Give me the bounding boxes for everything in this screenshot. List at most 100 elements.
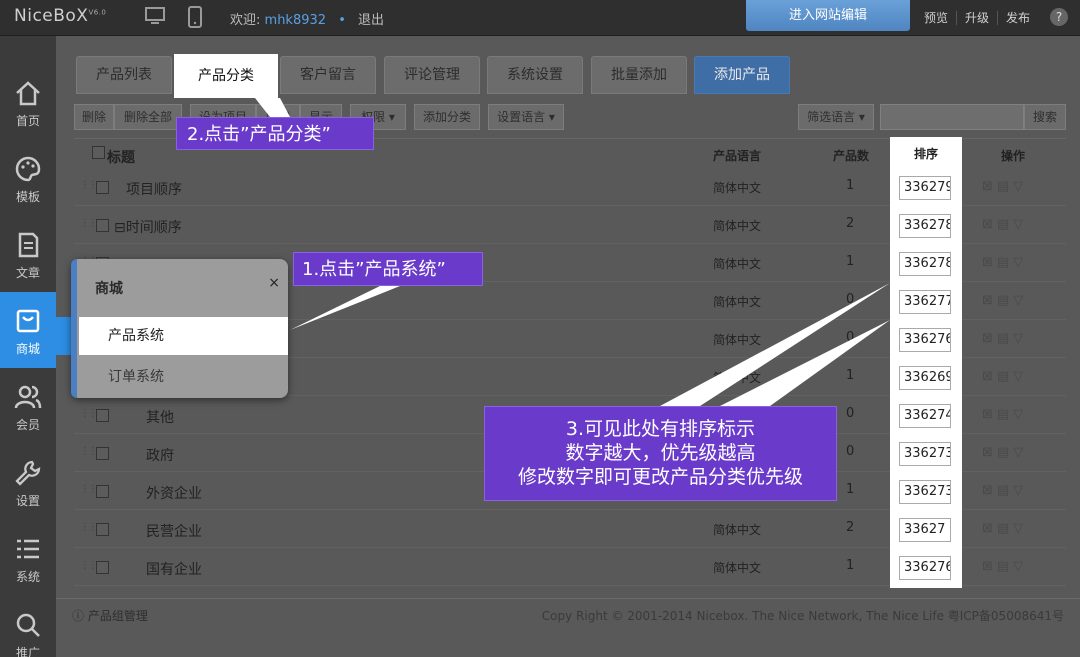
list-icon (17, 539, 39, 559)
desktop-icon[interactable] (145, 6, 165, 30)
row-actions[interactable]: ⊠▤▽ (982, 217, 1027, 232)
sort-input[interactable]: 336269 (899, 366, 951, 390)
row-language: 简体中文 (713, 561, 762, 575)
drag-handle-icon[interactable]: ⋮⋮ (80, 560, 98, 571)
tab-add-product[interactable]: 添加产品 (694, 56, 790, 94)
sort-input[interactable]: 33627 (899, 518, 951, 542)
row-count: 0 (846, 292, 855, 307)
sidebar-item-label: 系统 (15, 570, 40, 584)
header-language: 产品语言 (713, 149, 762, 163)
publish-link[interactable]: 发布 (998, 11, 1038, 25)
tab-batch-add[interactable]: 批量添加 (591, 56, 687, 94)
row-actions[interactable]: ⊠▤▽ (982, 483, 1027, 498)
row-language: 简体中文 (713, 257, 762, 271)
sort-input[interactable]: 336273 (899, 480, 951, 504)
header-actions: 操作 (1001, 149, 1026, 163)
mobile-icon[interactable] (188, 6, 202, 32)
row-actions[interactable]: ⊠▤▽ (982, 521, 1027, 536)
row-checkbox[interactable] (96, 447, 109, 460)
drag-handle-icon[interactable]: ⋮⋮ (80, 218, 98, 229)
sort-input[interactable]: 336273 (899, 442, 951, 466)
select-all-checkbox[interactable] (92, 146, 105, 159)
menu-item-product-system[interactable]: 产品系统 (79, 317, 288, 355)
sidebar-item-home[interactable]: 首页 (0, 64, 56, 140)
popup-edge (71, 259, 77, 398)
drag-handle-icon[interactable]: ⋮⋮ (80, 446, 98, 457)
row-title: 国有企业 (146, 562, 202, 578)
search-input[interactable] (880, 104, 1024, 130)
logo[interactable]: NiceBoXV6.0 (14, 6, 106, 26)
delete-button[interactable]: 删除 (74, 104, 114, 130)
tab-product-list[interactable]: 产品列表 (76, 56, 172, 94)
row-checkbox[interactable] (96, 485, 109, 498)
row-actions[interactable]: ⊠▤▽ (982, 407, 1027, 422)
sidebar-item-settings[interactable]: 设置 (0, 444, 56, 520)
sort-input[interactable]: 336274 (899, 404, 951, 428)
search-button[interactable]: 搜索 (1024, 104, 1066, 130)
home-icon (16, 81, 40, 106)
sidebar-item-label: 设置 (15, 494, 40, 508)
row-language: 简体中文 (713, 371, 762, 385)
row-language: 简体中文 (713, 295, 762, 309)
sort-input[interactable]: 336276 (899, 328, 951, 352)
row-count: 0 (846, 444, 855, 459)
row-checkbox[interactable] (96, 409, 109, 422)
sidebar-item-shop[interactable]: 商城 (0, 292, 56, 368)
callout-step-3: 3.可见此处有排序标示 数字越大，优先级越高 修改数字即可更改产品分类优先级 (484, 406, 837, 501)
menu-item-order-system[interactable]: 订单系统 (79, 359, 288, 395)
help-icon[interactable]: ? (1050, 8, 1068, 26)
delete-all-button[interactable]: 删除全部 (114, 104, 182, 130)
tab-product-category[interactable]: 产品分类 (178, 56, 274, 96)
drag-handle-icon[interactable]: ⋮⋮ (80, 408, 98, 419)
row-actions[interactable]: ⊠▤▽ (982, 559, 1027, 574)
row-checkbox[interactable] (96, 523, 109, 536)
sort-input[interactable]: 336278 (899, 214, 951, 238)
sort-input[interactable]: 336276 (899, 556, 951, 580)
enter-site-editor-button[interactable]: 进入网站编辑 (746, 0, 910, 31)
sidebar-item-template[interactable]: 模板 (0, 140, 56, 216)
set-language-dropdown[interactable]: 设置语言 ▾ (488, 104, 564, 130)
top-links: 预览 升级 发布 (916, 9, 1038, 26)
row-checkbox[interactable] (96, 181, 109, 194)
row-actions[interactable]: ⊠▤▽ (982, 255, 1027, 270)
row-actions[interactable]: ⊠▤▽ (982, 445, 1027, 460)
tab-system-settings[interactable]: 系统设置 (487, 56, 583, 94)
copyright: Copy Right © 2001-2014 Nicebox. The Nice… (541, 609, 1064, 623)
filter-language-dropdown[interactable]: 筛选语言 ▾ (798, 104, 874, 130)
welcome-label: 欢迎: (230, 13, 261, 28)
row-actions[interactable]: ⊠▤▽ (982, 293, 1027, 308)
row-title: 项目顺序 (126, 182, 182, 198)
row-actions[interactable]: ⊠▤▽ (982, 369, 1027, 384)
row-count: 1 (846, 482, 855, 497)
username[interactable]: mhk8932 (265, 13, 327, 28)
row-count: 0 (846, 330, 855, 345)
row-actions[interactable]: ⊠▤▽ (982, 331, 1027, 346)
sort-input[interactable]: 336278 (899, 252, 951, 276)
sidebar-item-label: 会员 (15, 418, 40, 432)
wrench-icon (15, 460, 41, 486)
sort-input[interactable]: 336279 (899, 176, 951, 200)
row-checkbox[interactable] (96, 219, 109, 232)
footer-label: 产品组管理 (87, 609, 148, 623)
row-actions[interactable]: ⊠▤▽ (982, 179, 1027, 194)
tab-customer-messages[interactable]: 客户留言 (280, 56, 376, 94)
sidebar-item-promotion[interactable]: 推广 (0, 596, 56, 657)
row-title: ⊟时间顺序 (114, 220, 182, 236)
row-count: 2 (846, 216, 855, 231)
logout-link[interactable]: 退出 (358, 13, 384, 28)
sidebar-item-members[interactable]: 会员 (0, 368, 56, 444)
drag-handle-icon[interactable]: ⋮⋮ (80, 522, 98, 533)
chevron-down-icon: ▾ (548, 110, 555, 124)
sidebar-item-article[interactable]: 文章 (0, 216, 56, 292)
row-checkbox[interactable] (96, 561, 109, 574)
add-category-button[interactable]: 添加分类 (414, 104, 480, 130)
drag-handle-icon[interactable]: ⋮⋮ (80, 180, 98, 191)
upgrade-link[interactable]: 升级 (957, 11, 999, 25)
sidebar-item-label: 商城 (15, 342, 40, 356)
close-icon[interactable]: × (268, 275, 280, 291)
sort-input[interactable]: 336277 (899, 290, 951, 314)
drag-handle-icon[interactable]: ⋮⋮ (80, 484, 98, 495)
sidebar-item-system[interactable]: 系统 (0, 520, 56, 596)
preview-link[interactable]: 预览 (916, 11, 958, 25)
tab-comment-management[interactable]: 评论管理 (384, 56, 480, 94)
